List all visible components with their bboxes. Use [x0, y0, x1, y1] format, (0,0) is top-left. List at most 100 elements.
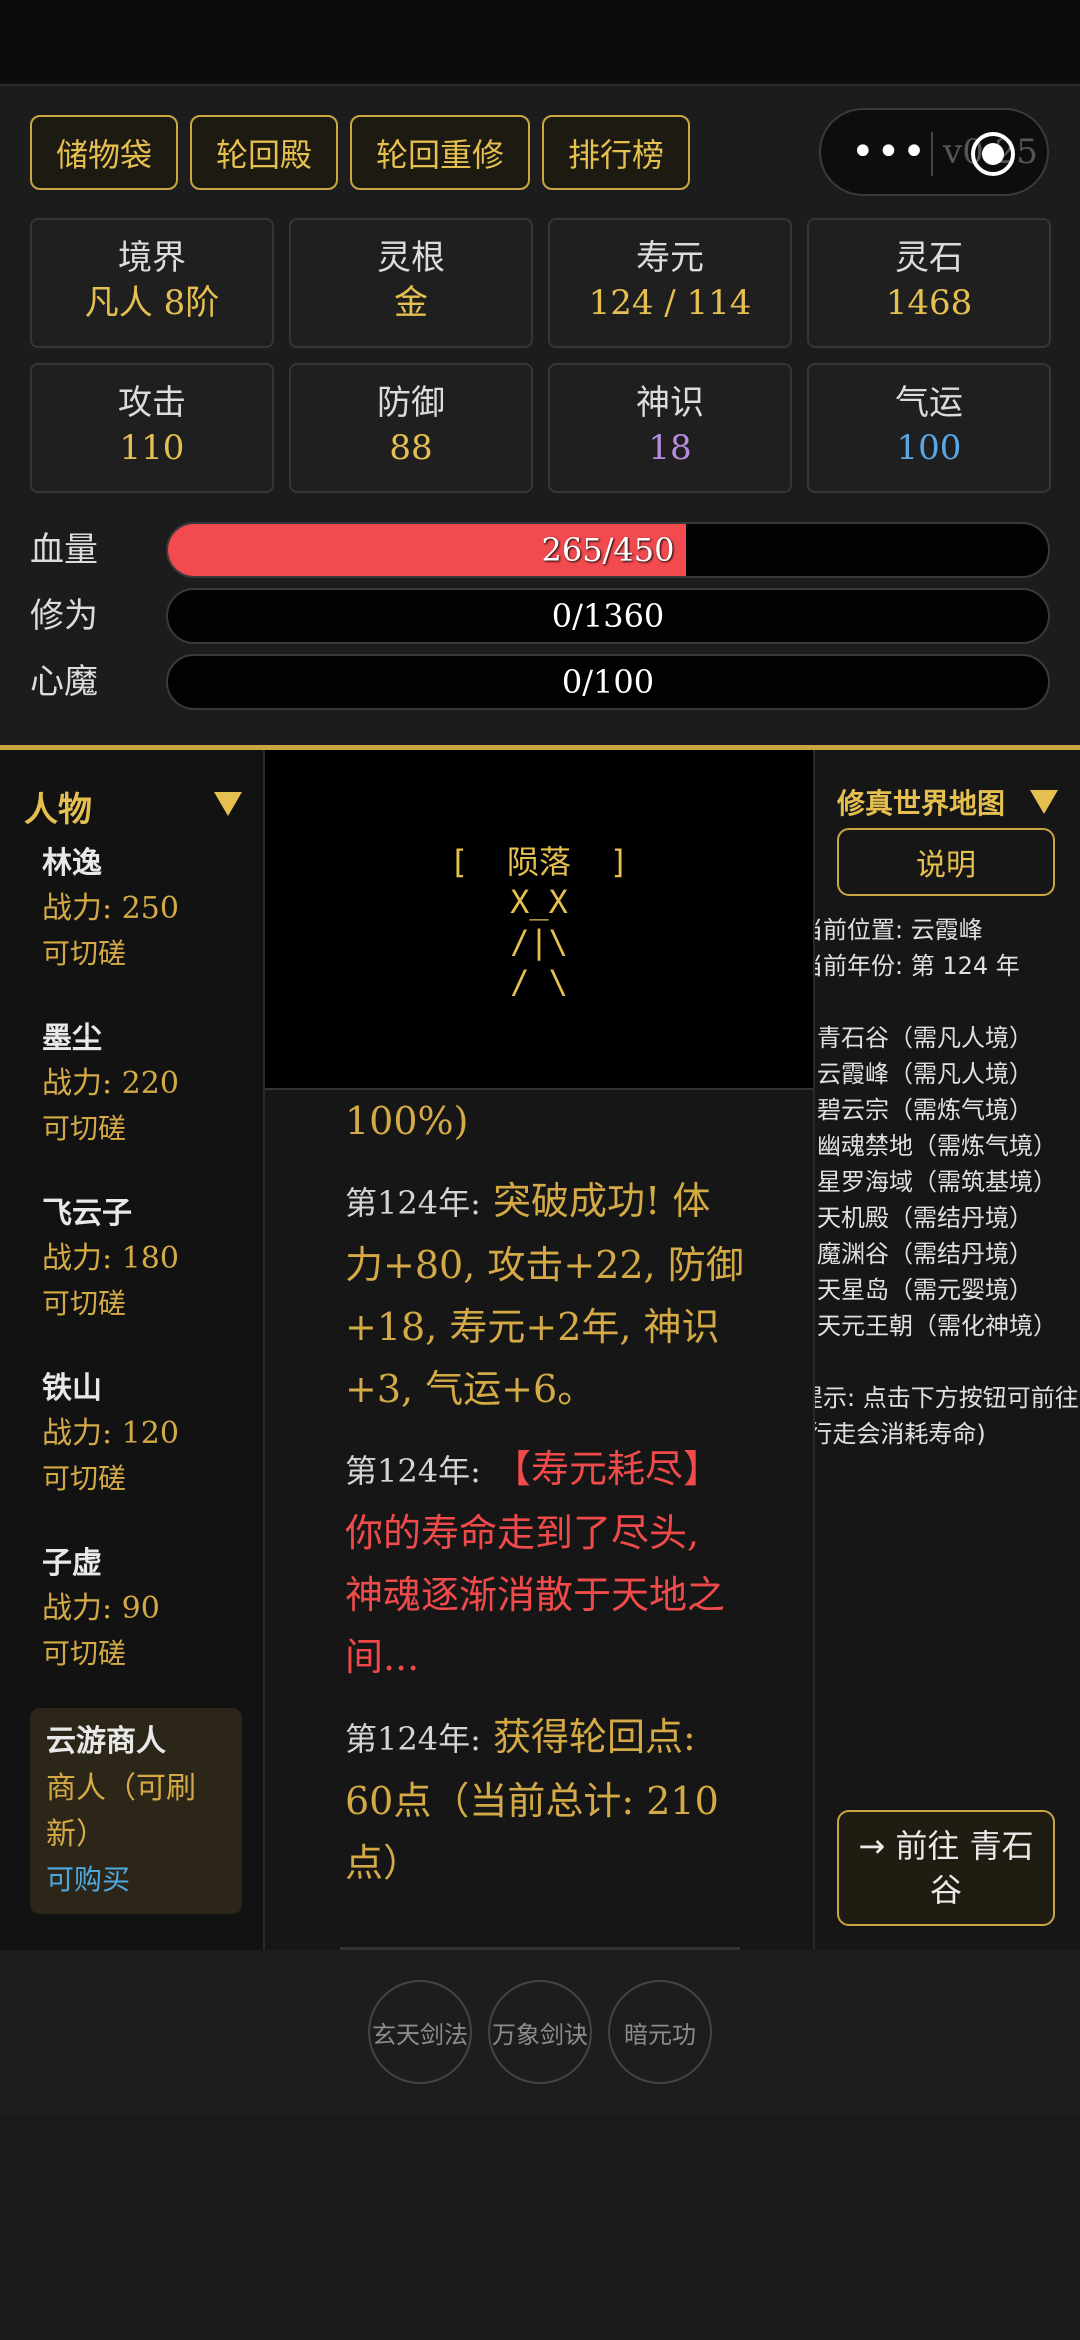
stat-value: 124 / 114: [588, 283, 752, 323]
log-entry: 第124年: 获得轮回点: 60点（当前总计: 210点）: [345, 1706, 745, 1890]
storage-bag-button[interactable]: 储物袋: [30, 115, 179, 190]
stat-label: 气运: [895, 383, 963, 423]
npc-power: 战力: 90: [42, 1591, 160, 1626]
inner-demon-bar-text: 0/100: [561, 663, 655, 701]
reincarnation-hall-button[interactable]: 轮回殿: [190, 115, 339, 190]
inner-demon-bar-row: 心魔 0/100: [30, 654, 1050, 710]
map-title: 修真世界地图: [837, 787, 1006, 820]
bottom-area: [0, 2115, 1080, 2340]
npc-item[interactable]: 子虚 战力: 90 可切磋: [42, 1542, 252, 1676]
stat-label: 攻击: [118, 383, 186, 423]
more-dots-icon[interactable]: •••: [851, 132, 928, 172]
skill-button[interactable]: 暗元功: [608, 1980, 712, 2084]
merchant-desc: 商人（可刷新）: [46, 1771, 196, 1852]
location-item[interactable]: 青石谷（需凡人境）: [817, 1020, 1080, 1056]
stat-value: 1468: [885, 283, 973, 323]
location-item[interactable]: 幽魂禁地（需炼气境）: [817, 1128, 1080, 1164]
npc-name: 铁山: [42, 1371, 102, 1406]
skill-bar: 玄天剑法 万象剑诀 暗元功: [0, 1950, 1080, 2115]
stat-label: 神识: [636, 383, 704, 423]
npc-status: 可切磋: [42, 1112, 127, 1145]
explain-button[interactable]: 说明: [837, 828, 1055, 896]
npc-status: 可切磋: [42, 1462, 127, 1495]
stat-value: 金: [394, 283, 428, 323]
log-year: 第124年:: [345, 1184, 481, 1222]
stat-grid-primary: 境界 凡人 8阶 灵根 金 寿元 124 / 114 灵石 1468: [30, 218, 1051, 348]
world-map-panel: 修真世界地图 说明 当前位置: 云霞峰 当前年份: 第 124 年 青石谷（需凡…: [815, 750, 1080, 1950]
stat-card-attack: 攻击 110: [30, 363, 274, 493]
leaderboard-button[interactable]: 排行榜: [542, 115, 691, 190]
map-tip-note: (行走会消耗寿命): [815, 1420, 986, 1448]
reincarnation-rebuild-button[interactable]: 轮回重修: [350, 115, 531, 190]
stat-grid-secondary: 攻击 110 防御 88 神识 18 气运 100: [30, 363, 1051, 493]
location-item[interactable]: 天星岛（需元婴境）: [817, 1272, 1080, 1308]
npc-status: 可切磋: [42, 1287, 127, 1320]
skill-button[interactable]: 玄天剑法: [368, 1980, 472, 2084]
stat-value: 18: [648, 428, 692, 468]
cultivation-bar-row: 修为 0/1360: [30, 588, 1050, 644]
location-item[interactable]: 天机殿（需结丹境）: [817, 1200, 1080, 1236]
npc-item[interactable]: 墨尘 战力: 220 可切磋: [42, 1017, 252, 1151]
inner-demon-bar: 0/100: [166, 654, 1050, 710]
location-list: 青石谷（需凡人境） 云霞峰（需凡人境） 碧云宗（需炼气境） 幽魂禁地（需炼气境）…: [815, 1020, 1080, 1344]
location-item[interactable]: 碧云宗（需炼气境）: [817, 1092, 1080, 1128]
map-tip: 提示: 点击下方按钮可前往: [815, 1384, 1079, 1412]
triangle-down-icon[interactable]: [214, 792, 242, 816]
status-bar: [0, 0, 1080, 84]
stat-card-defense: 防御 88: [289, 363, 533, 493]
stat-label: 寿元: [636, 238, 704, 278]
npc-name: 林逸: [42, 846, 102, 881]
log-year: 第124年:: [345, 1452, 481, 1490]
stat-card-spirit-stones: 灵石 1468: [807, 218, 1051, 348]
skill-button[interactable]: 万象剑诀: [488, 1980, 592, 2084]
menu-button-row: 储物袋 轮回殿 轮回重修 排行榜: [30, 115, 691, 190]
story-panel: [ 陨落 ] X_X /|\ / \ 100%) 第124年: 突破成功! 体力…: [265, 750, 815, 1950]
merchant-name: 云游商人: [46, 1724, 166, 1759]
people-panel: 人物 林逸 战力: 250 可切磋 墨尘 战力: 220 可切磋 飞云子 战力:…: [0, 750, 265, 1950]
npc-name: 墨尘: [42, 1021, 102, 1056]
log-text: 100%): [345, 1099, 469, 1143]
triangle-down-icon[interactable]: [1030, 790, 1058, 814]
location-item[interactable]: 天元王朝（需化神境）: [817, 1308, 1080, 1344]
people-title: 人物: [24, 790, 92, 830]
location-item[interactable]: 魔渊谷（需结丹境）: [817, 1236, 1080, 1272]
npc-power: 战力: 250: [42, 891, 179, 926]
hp-bar: 265/450: [166, 522, 1050, 578]
death-ascii-art: [ 陨落 ] X_X /|\ / \: [449, 843, 629, 1001]
stat-value: 88: [389, 428, 433, 468]
npc-item[interactable]: 林逸 战力: 250 可切磋: [42, 842, 252, 976]
npc-item[interactable]: 铁山 战力: 120 可切磋: [42, 1367, 252, 1501]
map-info: 当前位置: 云霞峰 当前年份: 第 124 年 青石谷（需凡人境） 云霞峰（需凡…: [815, 912, 1080, 1452]
cultivation-bar-text: 0/1360: [551, 597, 665, 635]
npc-power: 战力: 120: [42, 1416, 179, 1451]
scene-display: [ 陨落 ] X_X /|\ / \: [265, 750, 813, 1090]
npc-status: 可切磋: [42, 937, 127, 970]
current-year: 当前年份: 第 124 年: [815, 952, 1020, 980]
cultivation-bar: 0/1360: [166, 588, 1050, 644]
stat-label: 境界: [118, 238, 186, 278]
hp-label: 血量: [30, 530, 98, 570]
hp-bar-row: 血量 265/450: [30, 522, 1050, 578]
stat-card-lifespan: 寿元 124 / 114: [548, 218, 792, 348]
current-location: 当前位置: 云霞峰: [815, 916, 983, 944]
npc-item[interactable]: 飞云子 战力: 180 可切磋: [42, 1192, 252, 1326]
stat-label: 灵石: [895, 238, 963, 278]
npc-status: 可切磋: [42, 1637, 127, 1670]
target-icon[interactable]: [971, 132, 1015, 176]
log-entry: 100%): [345, 1090, 745, 1152]
location-item[interactable]: 星罗海域（需筑基境）: [817, 1164, 1080, 1200]
stat-label: 防御: [377, 383, 445, 423]
miniprogram-capsule: v0.25 •••: [819, 108, 1049, 196]
npc-power: 战力: 180: [42, 1241, 179, 1276]
event-log[interactable]: 100%) 第124年: 突破成功! 体力+80, 攻击+22, 防御+18, …: [345, 1090, 745, 1890]
log-entry: 第124年: 【寿元耗尽】你的寿命走到了尽头, 神魂逐渐消散于天地之间...: [345, 1438, 745, 1688]
stat-card-divine-sense: 神识 18: [548, 363, 792, 493]
npc-name: 飞云子: [42, 1196, 132, 1231]
location-item[interactable]: 云霞峰（需凡人境）: [817, 1056, 1080, 1092]
stat-value: 100: [896, 428, 962, 468]
hp-bar-text: 265/450: [541, 531, 675, 569]
merchant-status: 可购买: [46, 1863, 131, 1896]
stat-card-spirit-root: 灵根 金: [289, 218, 533, 348]
travel-button[interactable]: → 前往 青石谷: [837, 1810, 1055, 1926]
merchant-card[interactable]: 云游商人 商人（可刷新） 可购买: [30, 1708, 242, 1914]
